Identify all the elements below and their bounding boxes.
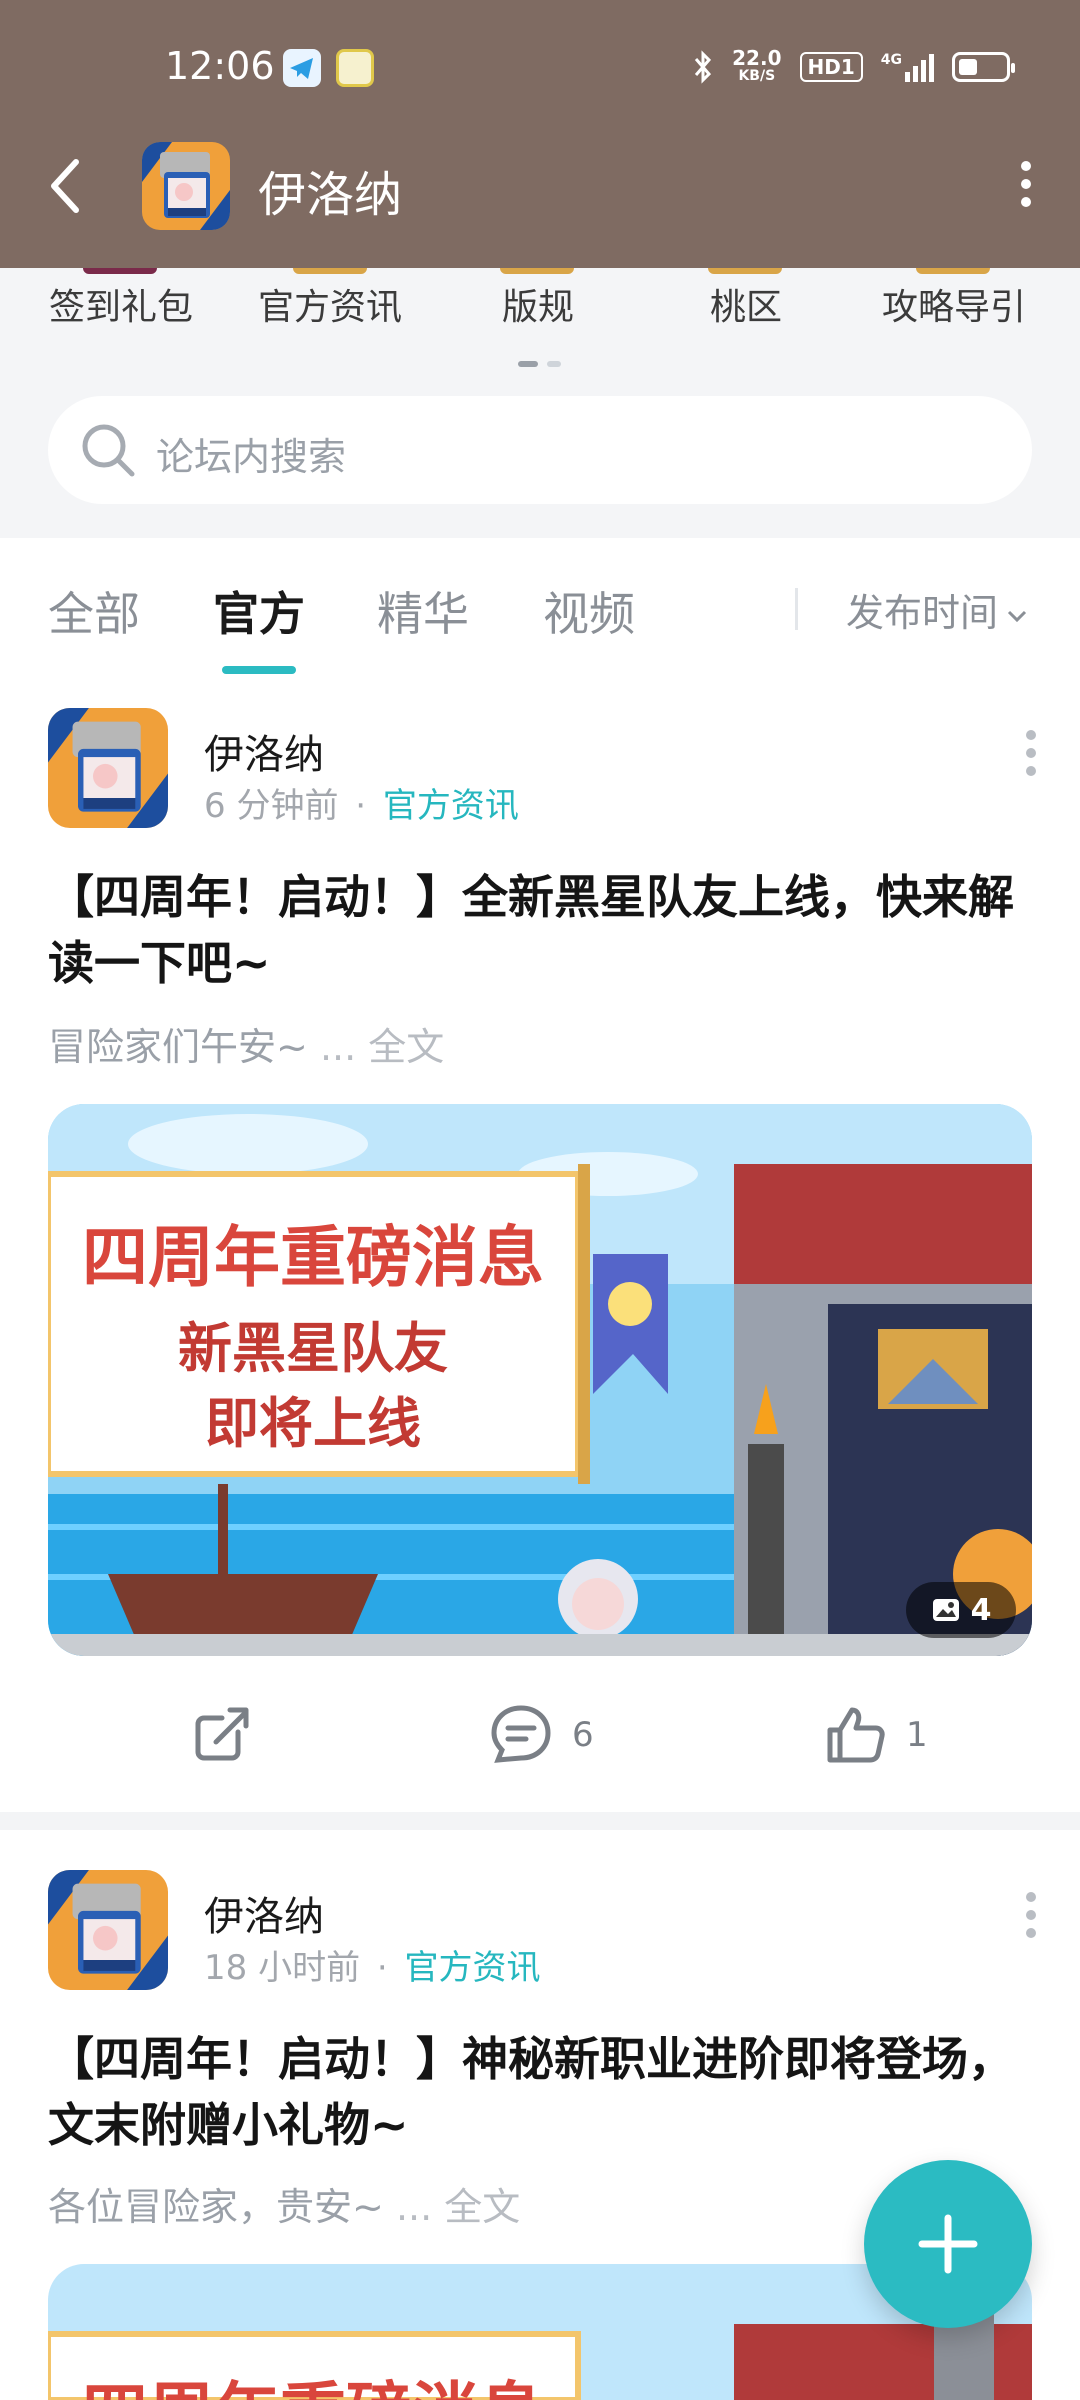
post-card[interactable]: 伊洛纳 6 分钟前 · 官方资讯 【四周年！启动！】全新黑星队友上线，快来解读一… bbox=[0, 678, 1080, 1812]
shortcut-rules[interactable]: 版规 bbox=[438, 278, 638, 330]
tab-divider bbox=[795, 588, 798, 630]
post-time: 6 分钟前 bbox=[204, 786, 339, 826]
net-speed-value: 22.0 bbox=[732, 46, 782, 70]
image-count: 4 bbox=[970, 1592, 992, 1628]
banner-line-3: 即将上线 bbox=[205, 1392, 421, 1455]
like-count: 1 bbox=[906, 1715, 928, 1755]
banner-line-2: 新黑星队友 bbox=[178, 1317, 448, 1380]
shortcut-peach-zone[interactable]: 桃区 bbox=[646, 278, 846, 330]
plus-icon bbox=[918, 2214, 978, 2274]
net-speed-unit: KB/S bbox=[738, 68, 776, 84]
post-category[interactable]: 官方资讯 bbox=[383, 786, 519, 826]
forum-shortcuts: 签到礼包 官方资讯 版规 桃区 攻略导引 论坛内搜索 bbox=[0, 268, 1080, 538]
back-icon[interactable] bbox=[46, 156, 86, 216]
post-actions: 6 1 bbox=[0, 1692, 1080, 1772]
app-header: 12:06 22.0 KB/S HD1 4G 伊洛纳 bbox=[0, 0, 1080, 268]
net-speed: 22.0 KB/S bbox=[732, 46, 782, 85]
excerpt-text: 冒险家们午安~ bbox=[48, 1025, 308, 1069]
post-excerpt: 各位冒险家，贵安~ ... 全文 bbox=[48, 2176, 520, 2231]
search-icon bbox=[82, 424, 135, 477]
read-full-link[interactable]: 全文 bbox=[444, 2185, 520, 2229]
shortcut-icon-edge bbox=[83, 268, 157, 274]
author-name[interactable]: 伊洛纳 bbox=[204, 722, 324, 780]
post-time: 18 小时前 bbox=[204, 1948, 361, 1988]
network-label: 4G bbox=[880, 52, 902, 68]
tab-all[interactable]: 全部 bbox=[48, 578, 140, 644]
post-excerpt: 冒险家们午安~ ... 全文 bbox=[48, 1016, 444, 1071]
share-icon bbox=[195, 1707, 249, 1761]
post-more-icon[interactable] bbox=[1024, 1890, 1038, 1940]
meta-separator: · bbox=[376, 1948, 388, 1988]
banner-headline: 四周年重磅消息 bbox=[48, 2360, 578, 2400]
hd-badge: HD1 bbox=[799, 52, 863, 82]
share-button[interactable] bbox=[190, 1702, 254, 1766]
search-input[interactable]: 论坛内搜索 bbox=[156, 426, 346, 481]
sort-label: 发布时间 bbox=[846, 591, 999, 635]
battery-icon bbox=[952, 52, 1015, 82]
signal-icon: 4G bbox=[881, 52, 934, 82]
excerpt-text: 各位冒险家，贵安~ bbox=[48, 2185, 384, 2229]
post-image[interactable]: 四周年重磅消息 新黑星队友 即将上线 4 bbox=[48, 1104, 1032, 1656]
meta-separator: · bbox=[355, 786, 367, 826]
sort-dropdown[interactable]: 发布时间 bbox=[846, 582, 1028, 637]
excerpt-ellipsis: ... bbox=[319, 1025, 357, 1069]
author-avatar[interactable] bbox=[48, 708, 168, 828]
status-time: 12:06 bbox=[165, 44, 275, 88]
post-title[interactable]: 【四周年！启动！】神秘新职业进阶即将登场，文末附赠小礼物~ bbox=[48, 2026, 1032, 2158]
post-title[interactable]: 【四周年！启动！】全新黑星队友上线，快来解读一下吧~ bbox=[48, 864, 1032, 996]
shortcut-icon-edge bbox=[293, 268, 367, 274]
status-indicators: 22.0 KB/S HD1 4G bbox=[692, 45, 1015, 89]
forum-logo[interactable] bbox=[142, 142, 230, 230]
search-bar[interactable]: 论坛内搜索 bbox=[48, 396, 1032, 504]
post-meta: 18 小时前 · 官方资讯 bbox=[204, 1940, 541, 1989]
author-avatar[interactable] bbox=[48, 1870, 168, 1990]
tab-official[interactable]: 官方 bbox=[213, 578, 305, 644]
banner-headline: 四周年重磅消息 bbox=[82, 1219, 544, 1296]
like-button[interactable]: 1 bbox=[822, 1702, 928, 1768]
more-options-icon[interactable] bbox=[1014, 160, 1038, 208]
shortcut-official-news[interactable]: 官方资讯 bbox=[230, 278, 430, 330]
post-meta: 6 分钟前 · 官方资讯 bbox=[204, 778, 519, 827]
comment-icon bbox=[491, 1705, 551, 1763]
image-count-badge: 4 bbox=[906, 1582, 1016, 1638]
read-full-link[interactable]: 全文 bbox=[368, 1025, 444, 1069]
shortcut-icon-edge bbox=[708, 268, 782, 274]
shortcut-guides[interactable]: 攻略导引 bbox=[854, 278, 1054, 330]
telegram-icon bbox=[283, 49, 321, 87]
excerpt-ellipsis: ... bbox=[395, 2185, 433, 2229]
post-filter-tabs: 全部 官方 精华 视频 发布时间 bbox=[0, 538, 1080, 678]
shortcut-icon-edge bbox=[500, 268, 574, 274]
shortcut-signin-gift[interactable]: 签到礼包 bbox=[21, 278, 221, 330]
comment-button[interactable]: 6 bbox=[488, 1702, 594, 1768]
author-name[interactable]: 伊洛纳 bbox=[204, 1884, 324, 1942]
forum-title: 伊洛纳 bbox=[258, 167, 403, 223]
comment-count: 6 bbox=[572, 1715, 594, 1755]
create-post-button[interactable] bbox=[864, 2160, 1032, 2328]
post-more-icon[interactable] bbox=[1024, 728, 1038, 778]
active-tab-indicator bbox=[222, 666, 296, 674]
app-bar: 伊洛纳 bbox=[0, 130, 1080, 268]
chevron-down-icon bbox=[1007, 610, 1027, 622]
page-indicator bbox=[518, 352, 562, 367]
tab-video[interactable]: 视频 bbox=[543, 578, 635, 644]
image-icon bbox=[932, 1599, 959, 1621]
post-divider bbox=[0, 1812, 1080, 1830]
bluetooth-icon bbox=[695, 50, 712, 84]
status-bar: 12:06 22.0 KB/S HD1 4G bbox=[0, 0, 1080, 130]
shortcut-icon-edge bbox=[916, 268, 990, 274]
tab-featured[interactable]: 精华 bbox=[377, 578, 469, 644]
post-category[interactable]: 官方资讯 bbox=[405, 1948, 541, 1988]
thumbs-up-icon bbox=[827, 1707, 885, 1763]
notification-app-icon bbox=[336, 49, 374, 87]
